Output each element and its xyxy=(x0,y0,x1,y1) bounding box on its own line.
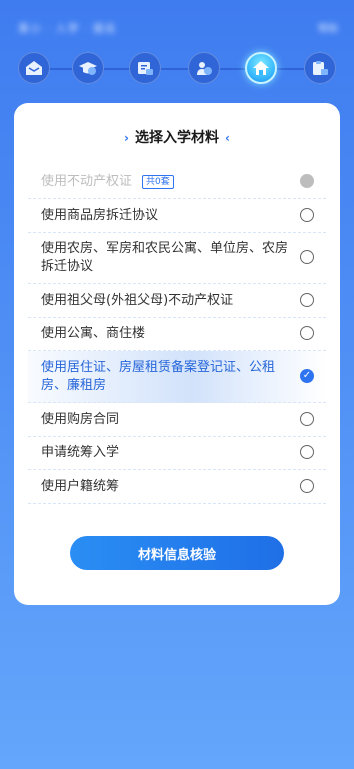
material-selection-card: › 选择入学材料 ‹ 使用不动产权证 共0套 使用商品房拆迁协议 使用农房、军房和农… xyxy=(14,103,340,605)
option-grandparents-certificate[interactable]: 使用祖父母(外祖父母)不动产权证 xyxy=(28,284,326,318)
header-bar: 某小 · 入学 · 报名 帮助 xyxy=(0,0,354,54)
parent-child-icon xyxy=(197,62,212,75)
option-label: 使用公寓、商住楼 xyxy=(41,326,146,341)
home-mail-icon xyxy=(26,61,42,75)
header-title: 某小 · 入学 · 报名 xyxy=(18,22,117,35)
checkmark-icon[interactable]: ✓ xyxy=(300,368,314,383)
title-deco-left: › xyxy=(124,131,129,145)
step-parent-child[interactable] xyxy=(188,52,220,84)
id-card-icon xyxy=(138,62,153,75)
card-title-row: › 选择入学材料 ‹ xyxy=(14,127,340,147)
option-label: 使用购房合同 xyxy=(41,411,120,427)
title-deco-right: ‹ xyxy=(225,131,230,145)
option-label: 使用户籍统筹 xyxy=(41,478,120,494)
step-home-mail[interactable] xyxy=(18,52,50,84)
option-residence-permit[interactable]: 使用居住证、房屋租赁备案登记证、公租房、廉租房 ✓ xyxy=(28,351,326,403)
clipboard-icon xyxy=(313,61,328,75)
radio-unchecked[interactable] xyxy=(300,326,314,340)
option-label: 使用不动产权证 xyxy=(41,173,133,189)
option-label: 使用农房、军房和农民公寓、单位房、农房拆迁协议 xyxy=(41,241,289,274)
radio-unchecked[interactable] xyxy=(300,445,314,459)
header-right-text[interactable]: 帮助 xyxy=(318,20,338,35)
radio-unchecked[interactable] xyxy=(300,250,314,264)
radio-disabled xyxy=(300,173,314,188)
step-id-card[interactable] xyxy=(129,52,161,84)
progress-steps xyxy=(16,52,338,86)
count-badge: 共0套 xyxy=(142,174,174,189)
option-purchase-contract[interactable]: 使用购房合同 xyxy=(28,403,326,437)
option-household-registration[interactable]: 使用户籍统筹 xyxy=(28,470,326,504)
house-icon xyxy=(253,61,269,75)
radio-unchecked[interactable] xyxy=(300,478,314,493)
option-property-certificate: 使用不动产权证 共0套 xyxy=(28,165,326,199)
option-label: 使用商品房拆迁协议 xyxy=(41,207,159,223)
verify-materials-button[interactable]: 材料信息核验 xyxy=(70,536,284,570)
radio-unchecked[interactable] xyxy=(300,207,314,222)
page-title: 选择入学材料 xyxy=(135,130,219,146)
step-graduation[interactable] xyxy=(72,52,104,84)
step-clipboard[interactable] xyxy=(304,52,336,84)
graduation-cap-icon xyxy=(79,62,97,75)
material-options-list: 使用不动产权证 共0套 使用商品房拆迁协议 使用农房、军房和农民公寓、单位房、农… xyxy=(28,165,326,504)
option-commercial-demolition[interactable]: 使用商品房拆迁协议 xyxy=(28,199,326,233)
option-label: 使用祖父母(外祖父母)不动产权证 xyxy=(41,292,234,308)
option-rural-military-housing[interactable]: 使用农房、军房和农民公寓、单位房、农房拆迁协议 xyxy=(28,233,326,284)
option-label: 申请统筹入学 xyxy=(41,445,120,460)
option-coordinated-admission[interactable]: 申请统筹入学 xyxy=(28,437,326,470)
radio-unchecked[interactable] xyxy=(300,292,314,307)
option-apartment-commercial[interactable]: 使用公寓、商住楼 xyxy=(28,318,326,351)
step-house[interactable] xyxy=(245,52,277,84)
radio-unchecked[interactable] xyxy=(300,411,314,426)
option-label: 使用居住证、房屋租赁备案登记证、公租房、廉租房 xyxy=(41,359,276,393)
